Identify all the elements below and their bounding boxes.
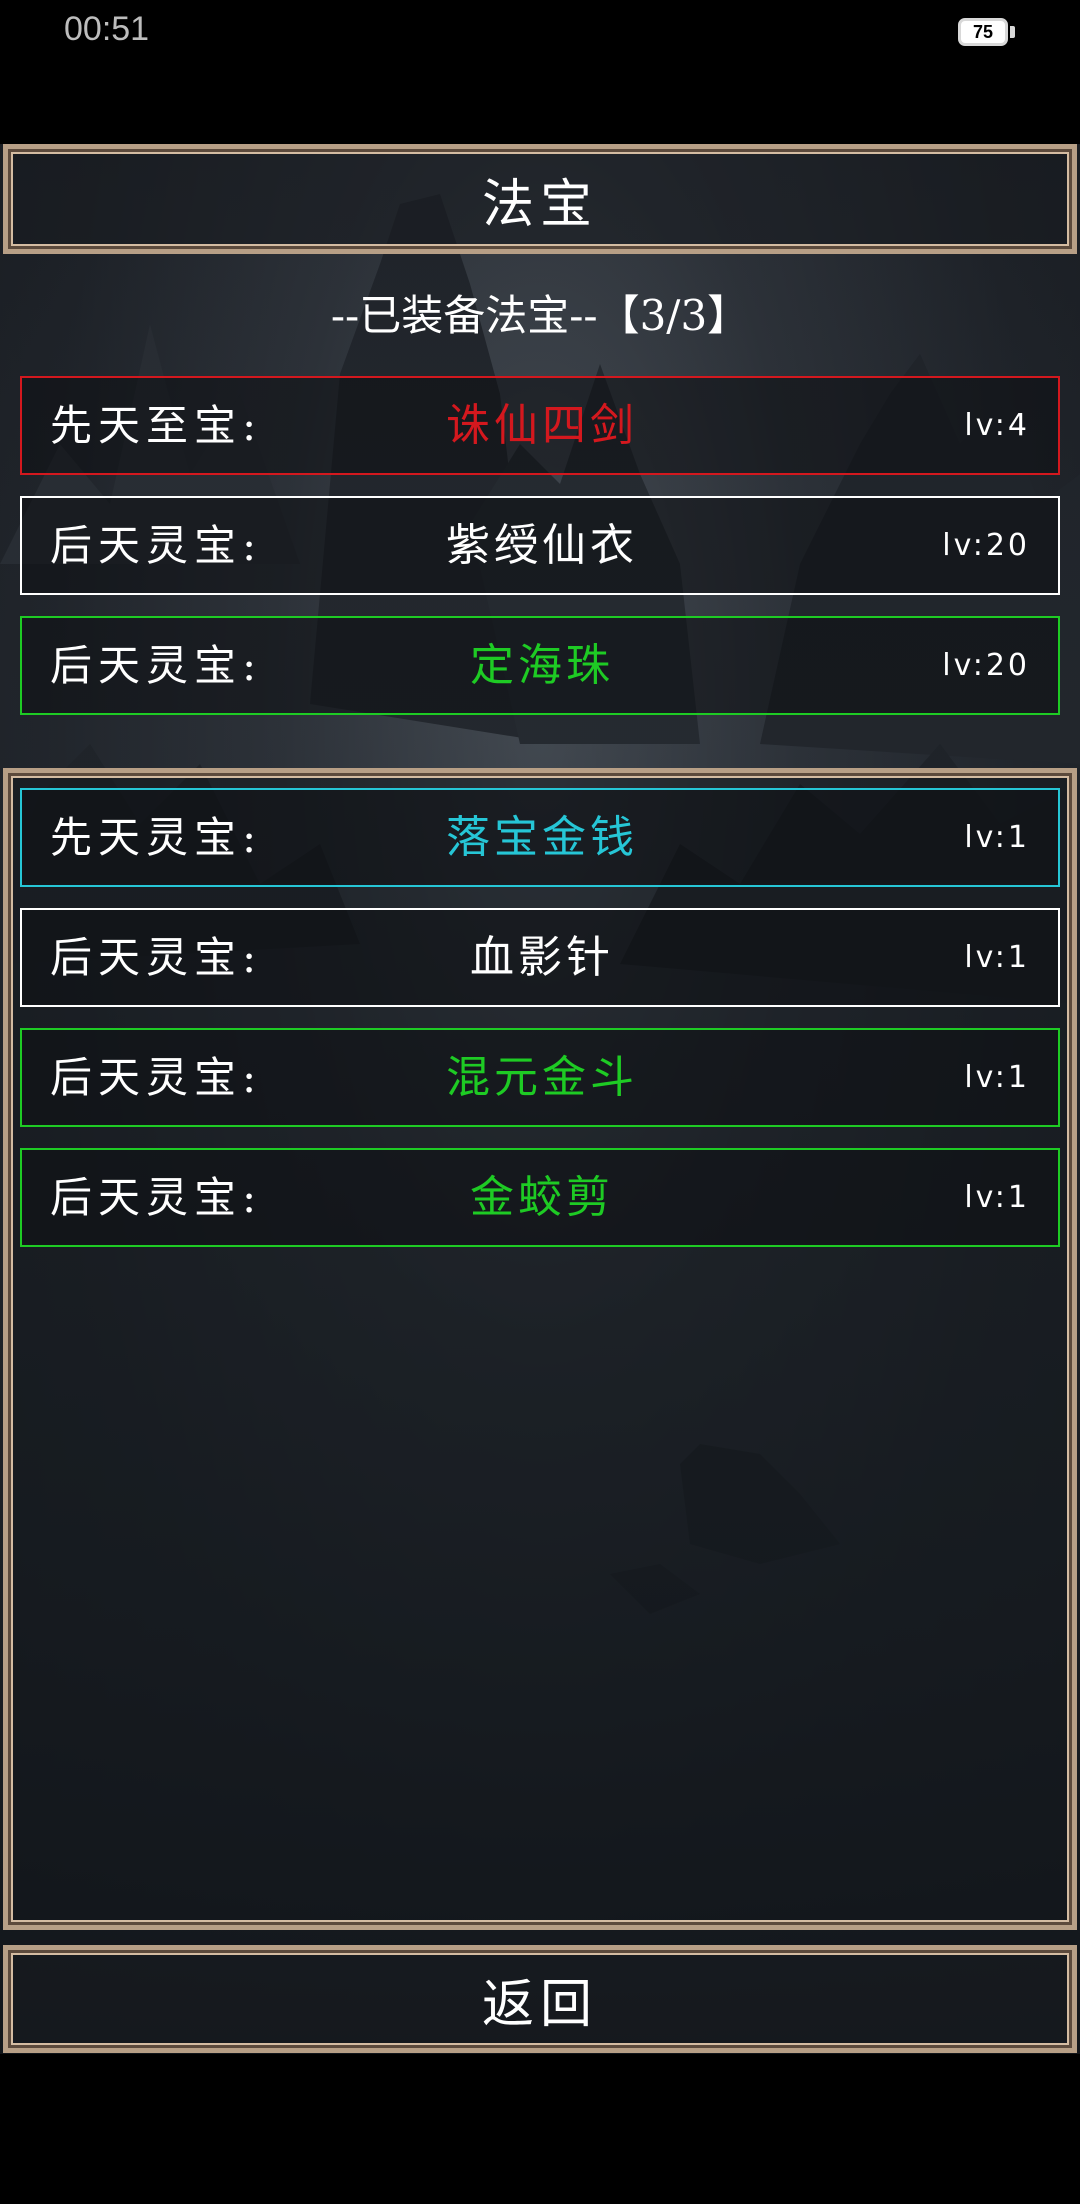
battery-level: 75: [972, 22, 994, 42]
treasure-item-2[interactable]: 后天灵宝: 血影针 lv:1: [20, 908, 1060, 1007]
item-level: lv:1: [964, 940, 1030, 975]
item-name: 落宝金钱: [446, 812, 638, 863]
treasure-item-4[interactable]: 后天灵宝: 金蛟剪 lv:1: [20, 1148, 1060, 1247]
item-name: 混元金斗: [446, 1052, 638, 1103]
back-button[interactable]: 返回: [3, 1945, 1077, 2053]
equipped-item-2[interactable]: 后天灵宝: 紫绶仙衣 lv:20: [20, 496, 1060, 595]
equipped-item-3[interactable]: 后天灵宝: 定海珠 lv:20: [20, 616, 1060, 715]
equipped-header: --已装备法宝--【3/3】: [330, 291, 750, 340]
bottom-bar: [0, 2056, 1080, 2204]
item-name: 诛仙四剑: [446, 400, 638, 451]
item-name: 血影针: [470, 932, 614, 983]
status-bar: 00:51 75: [0, 0, 1080, 64]
item-level: lv:20: [942, 528, 1030, 563]
item-level: lv:1: [964, 1180, 1030, 1215]
back-button-label: 返回: [481, 1974, 598, 2035]
title-bar: 法宝: [3, 144, 1077, 254]
equipped-item-1[interactable]: 先天至宝: 诛仙四剑 lv:4: [20, 376, 1060, 475]
item-name: 金蛟剪: [470, 1172, 614, 1223]
item-name: 定海珠: [470, 640, 614, 691]
treasure-item-3[interactable]: 后天灵宝: 混元金斗 lv:1: [20, 1028, 1060, 1127]
battery-icon: 75: [958, 18, 1016, 46]
treasure-item-1[interactable]: 先天灵宝: 落宝金钱 lv:1: [20, 788, 1060, 887]
clock: 00:51: [64, 10, 150, 48]
item-name: 紫绶仙衣: [446, 520, 638, 571]
item-level: lv:1: [964, 820, 1030, 855]
item-level: lv:4: [964, 408, 1030, 443]
page-title: 法宝: [481, 174, 598, 235]
item-level: lv:1: [964, 1060, 1030, 1095]
item-level: lv:20: [942, 648, 1030, 683]
